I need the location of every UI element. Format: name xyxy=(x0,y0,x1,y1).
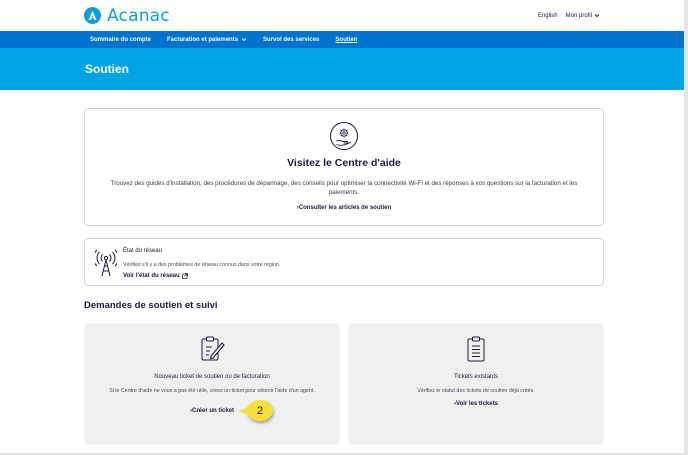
new-ticket-title: Nouveau ticket de soutien ou de facturat… xyxy=(154,374,270,380)
page-edge-shadow xyxy=(684,0,688,455)
nav-item-billing[interactable]: Facturation et paiements xyxy=(167,37,247,43)
network-status-link[interactable]: Voir l'état du réseau xyxy=(123,273,188,279)
step-callout-badge: 2 xyxy=(239,400,273,421)
help-center-icon xyxy=(329,121,359,151)
brand-name: Acanac xyxy=(107,5,170,26)
profile-menu[interactable]: Mon profil xyxy=(566,13,600,19)
nav-item-label: Sommaire du compte xyxy=(90,36,152,43)
network-status-title: État du réseau xyxy=(123,248,163,254)
clipboard-pen-icon xyxy=(84,335,340,363)
view-tickets-link-row: ›Voir les tickets xyxy=(348,401,604,407)
view-tickets-link[interactable]: ›Voir les tickets xyxy=(454,401,498,407)
top-bar: Acanac English Mon profil xyxy=(0,0,684,31)
nav-item-label: Survol des services xyxy=(263,36,320,43)
network-status-card: État du réseau Vérifiez s'il y a des pro… xyxy=(84,238,604,286)
nav-item-label: Soutien xyxy=(335,36,358,43)
create-ticket-label: Créer un ticket xyxy=(191,408,234,414)
new-ticket-description: Si le Centre d'aide ne vous a pas été ut… xyxy=(109,388,315,394)
view-tickets-label: Voir les tickets xyxy=(456,401,498,407)
antenna-icon xyxy=(93,249,119,277)
language-link[interactable]: English xyxy=(538,13,558,19)
consult-articles-link[interactable]: ›Consulter les articles de soutien xyxy=(297,205,391,211)
logo-icon xyxy=(84,7,101,24)
page: Acanac English Mon profil Sommaire du co… xyxy=(0,0,684,453)
brand-logo[interactable]: Acanac xyxy=(84,6,170,26)
help-center-card: Visitez le Centre d'aide Trouvez des gui… xyxy=(84,108,604,226)
clipboard-list-icon xyxy=(348,335,604,363)
main-nav: Sommaire du compte Facturation et paieme… xyxy=(0,31,684,48)
new-ticket-card: Nouveau ticket de soutien ou de facturat… xyxy=(84,323,340,445)
existing-tickets-card: Tickets existants Vérifiez le statut des… xyxy=(348,323,604,445)
chevron-down-icon xyxy=(594,14,600,18)
existing-tickets-description: Vérifiez le statut des tickets de soutie… xyxy=(417,388,535,394)
create-ticket-link-row: ›Créer un ticket xyxy=(84,408,340,414)
help-center-link-row: ›Consulter les articles de soutien xyxy=(85,205,603,211)
chevron-down-icon xyxy=(241,38,247,42)
page-title: Soutien xyxy=(85,62,129,76)
existing-tickets-title: Tickets existants xyxy=(453,374,499,380)
consult-articles-label: Consulter les articles de soutien xyxy=(298,205,392,211)
help-center-description: Trouvez des guides d'installation, des p… xyxy=(110,180,578,196)
section-title: Demandes de soutien et suivi xyxy=(84,300,218,311)
external-link-icon xyxy=(181,273,188,279)
top-links: English Mon profil xyxy=(538,13,600,19)
nav-item-support[interactable]: Soutien xyxy=(335,37,357,43)
network-status-description: Vérifiez s'il y a des problèmes de résea… xyxy=(123,262,281,268)
page-banner: Soutien xyxy=(0,48,684,90)
nav-item-account-summary[interactable]: Sommaire du compte xyxy=(90,37,151,43)
nav-item-label: Facturation et paiements xyxy=(167,36,239,43)
profile-label: Mon profil xyxy=(565,12,592,19)
help-center-title: Visitez le Centre d'aide xyxy=(287,157,401,169)
network-status-link-label: Voir l'état du réseau xyxy=(123,273,180,279)
nav-item-services[interactable]: Survol des services xyxy=(263,37,319,43)
create-ticket-link[interactable]: ›Créer un ticket xyxy=(190,408,234,414)
step-number: 2 xyxy=(256,404,264,417)
